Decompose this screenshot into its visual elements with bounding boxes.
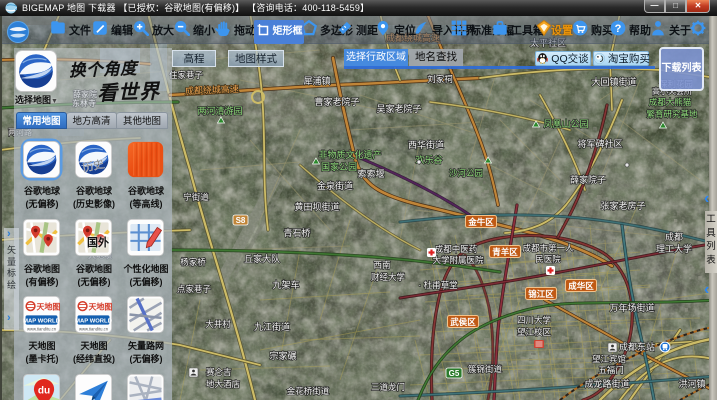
svg-text:锦江区: 锦江区 xyxy=(528,289,554,299)
svg-text:索索堰: 索索堰 xyxy=(357,168,384,179)
svg-text:刘家祠: 刘家祠 xyxy=(427,74,453,84)
svg-text:天地图: 天地图 xyxy=(36,301,60,311)
svg-text:西华街道: 西华街道 xyxy=(408,139,444,150)
svg-text:成都市第一人: 成都市第一人 xyxy=(522,243,574,253)
svg-text:武侯区: 武侯区 xyxy=(450,317,476,327)
svg-text:九江街道: 九江街道 xyxy=(254,321,290,332)
svg-text:吴家老院子: 吴家老院子 xyxy=(376,103,421,114)
svg-text:将军碑社区: 将军碑社区 xyxy=(577,138,622,149)
svg-text:· 杜甫草堂: · 杜甫草堂 xyxy=(418,280,457,290)
svg-text:凤凰山公园: 凤凰山公园 xyxy=(543,119,588,129)
svg-text:成都中医药: 成都中医药 xyxy=(435,244,478,254)
svg-text:西南: 西南 xyxy=(373,260,390,270)
svg-text:民医院: 民医院 xyxy=(535,254,561,264)
svg-text:住家巷子: 住家巷子 xyxy=(169,70,204,80)
svg-text:青羊区: 青羊区 xyxy=(492,247,518,257)
svg-text:两河清游园: 两河清游园 xyxy=(197,105,242,116)
svg-text:成都东站: 成都东站 xyxy=(619,341,655,352)
svg-text:www.tianditu.cn: www.tianditu.cn xyxy=(27,326,57,331)
svg-text:五福门: 五福门 xyxy=(598,365,624,375)
svg-text:国家公园: 国家公园 xyxy=(321,161,357,172)
svg-text:四川大学: 四川大学 xyxy=(517,315,552,325)
svg-text:天地图: 天地图 xyxy=(88,301,112,311)
svg-text:成都: 成都 xyxy=(665,231,683,242)
svg-text:?: ? xyxy=(615,23,622,35)
svg-text:杨家桥: 杨家桥 xyxy=(180,257,206,267)
svg-text:薛家院子: 薛家院子 xyxy=(570,174,606,185)
svg-text:九架车: 九架车 xyxy=(272,279,299,290)
svg-text:MAP WORLD: MAP WORLD xyxy=(75,318,112,324)
svg-text:三道龙门: 三道龙门 xyxy=(371,382,405,392)
svg-text:金泉街道: 金泉街道 xyxy=(317,180,353,191)
svg-text:洪河镇: 洪河镇 xyxy=(678,378,705,389)
svg-text:成都绕城高速: 成都绕城高速 xyxy=(185,83,239,96)
svg-text:宗家碾: 宗家碾 xyxy=(269,350,296,361)
svg-text:金牛区: 金牛区 xyxy=(467,217,494,227)
svg-text:地大酒店: 地大酒店 xyxy=(206,379,241,389)
svg-text:宁街道: 宁街道 xyxy=(183,192,209,202)
svg-text:理工大学: 理工大学 xyxy=(656,243,692,254)
svg-text:成华区: 成华区 xyxy=(568,281,594,291)
svg-text:G5: G5 xyxy=(449,369,460,378)
svg-text:赛仑吉: 赛仑吉 xyxy=(206,367,232,377)
svg-text:金花桥街道: 金花桥街道 xyxy=(287,386,330,396)
svg-text:大井村: 大井村 xyxy=(205,319,231,329)
svg-text:沙河公园: 沙河公园 xyxy=(449,168,483,178)
svg-text:丘家大队: 丘家大队 xyxy=(244,253,280,264)
svg-text:大回镇街道: 大回镇街道 xyxy=(591,76,636,87)
svg-text:S8: S8 xyxy=(236,216,246,225)
svg-text:望江校区: 望江校区 xyxy=(517,327,552,337)
svg-text:www.tianditu.cn: www.tianditu.cn xyxy=(79,326,109,331)
svg-text:望江宾馆: 望江宾馆 xyxy=(592,354,626,364)
svg-text:万年场街道: 万年场街道 xyxy=(609,302,654,313)
svg-text:张家老房子: 张家老房子 xyxy=(600,200,645,211)
svg-text:曹家老院子: 曹家老院子 xyxy=(314,96,359,107)
svg-text:簇锦街道: 簇锦街道 xyxy=(468,364,503,374)
svg-text:青石桥: 青石桥 xyxy=(283,227,310,238)
svg-text:非物质文化遗产: 非物质文化遗产 xyxy=(318,149,381,160)
svg-text:MAP WORLD: MAP WORLD xyxy=(23,318,60,324)
svg-text:犀浦镇: 犀浦镇 xyxy=(303,75,330,86)
svg-text:成都大熊猫: 成都大熊猫 xyxy=(649,97,692,107)
svg-text:黄田坝街道: 黄田坝街道 xyxy=(294,201,339,212)
svg-text:繁育研究基地: 繁育研究基地 xyxy=(646,109,698,119)
svg-text:du: du xyxy=(38,385,50,396)
svg-text:点家巷子: 点家巷子 xyxy=(177,284,212,294)
svg-text:成龙路街道: 成龙路街道 xyxy=(584,378,629,389)
svg-text:财经大学: 财经大学 xyxy=(371,272,406,282)
svg-text:大学附属医院: 大学附属医院 xyxy=(432,255,484,265)
